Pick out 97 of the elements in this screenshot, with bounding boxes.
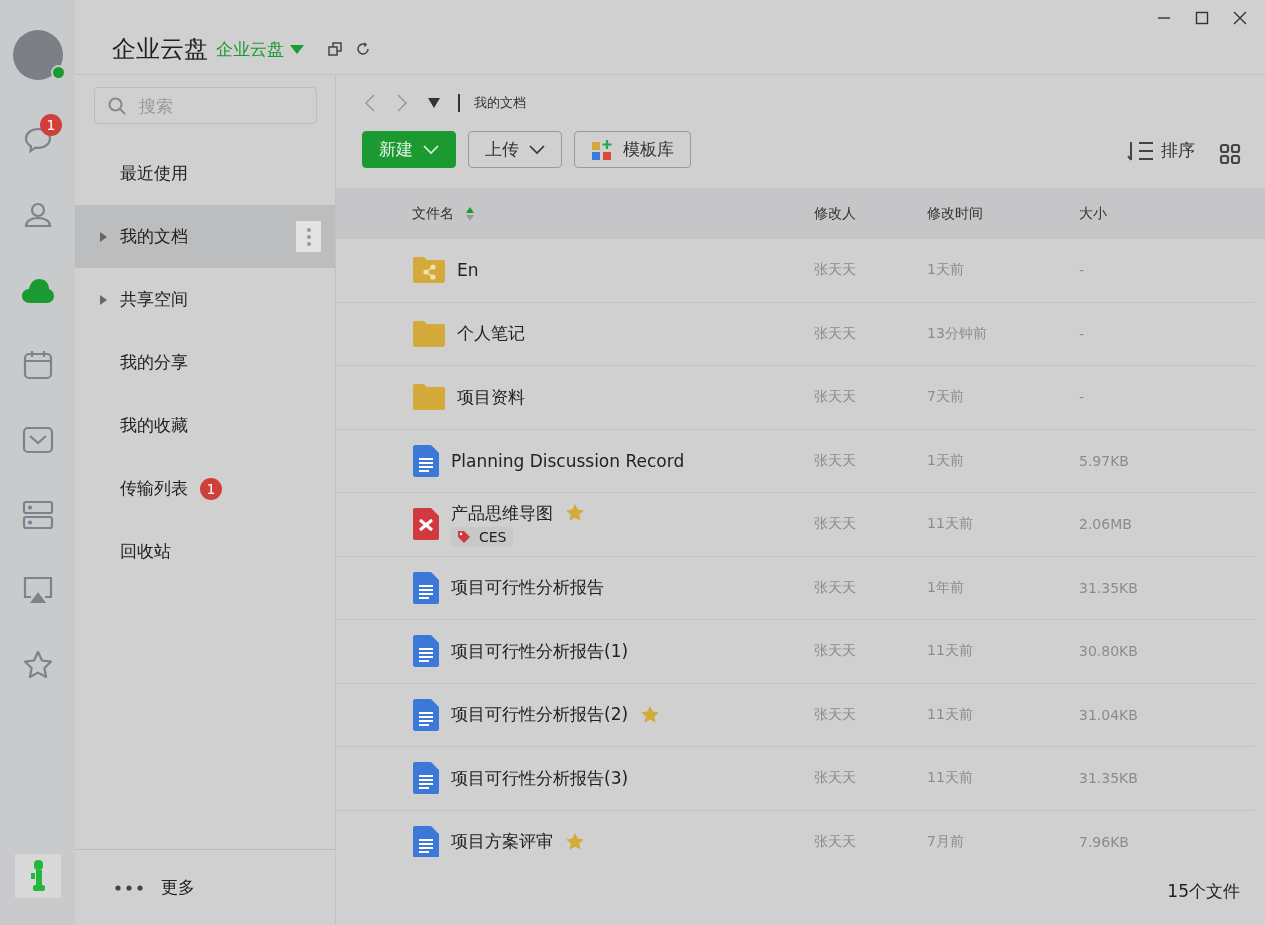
file-name[interactable]: 项目方案评审 bbox=[451, 830, 553, 854]
table-cell-text: 7天前 bbox=[927, 388, 965, 407]
file-name[interactable]: 项目可行性分析报告(2) bbox=[451, 703, 629, 727]
upload-button[interactable]: 上传 bbox=[468, 131, 562, 168]
table-cell-text: - bbox=[1078, 389, 1086, 406]
table-cell-text: 1年前 bbox=[927, 578, 965, 597]
more-options-button[interactable] bbox=[296, 221, 321, 252]
app-title: 企业云盘 bbox=[112, 34, 208, 65]
table-cell-text: 张天天 bbox=[813, 578, 857, 597]
forward-icon[interactable] bbox=[396, 93, 408, 112]
sort-lines-icon bbox=[1127, 139, 1155, 162]
document-icon bbox=[413, 635, 439, 668]
table-cell-text: 张天天 bbox=[813, 261, 857, 280]
table-cell-text: 1天前 bbox=[927, 451, 965, 470]
tag-icon bbox=[457, 529, 471, 544]
folder-icon bbox=[413, 384, 445, 411]
file-name[interactable]: 项目可行性分析报告 bbox=[451, 576, 604, 600]
mascot-app-icon[interactable] bbox=[14, 854, 61, 898]
dots-icon bbox=[115, 884, 143, 891]
column-header[interactable]: 文件名 bbox=[412, 204, 454, 223]
more-button[interactable]: 更多 bbox=[75, 849, 335, 925]
table-cell-text: 7.96KB bbox=[1078, 833, 1130, 850]
table-cell-text: 31.35KB bbox=[1078, 770, 1139, 787]
avatar[interactable] bbox=[12, 30, 63, 80]
document-icon bbox=[413, 444, 439, 477]
sidebar-item[interactable]: 我的文档 bbox=[75, 205, 335, 268]
shared-folder-icon bbox=[413, 257, 445, 284]
search-icon bbox=[108, 97, 126, 115]
table-cell-text: 张天天 bbox=[813, 832, 857, 851]
sort-arrows-icon[interactable] bbox=[466, 206, 474, 221]
dropdown-icon[interactable] bbox=[428, 97, 440, 108]
maximize-icon[interactable] bbox=[1195, 11, 1209, 25]
file-name[interactable]: 项目资料 bbox=[457, 385, 525, 409]
table-cell-text: 30.80KB bbox=[1078, 643, 1139, 660]
caret-icon[interactable] bbox=[100, 294, 107, 305]
file-name[interactable]: 项目可行性分析报告(3) bbox=[451, 766, 629, 790]
sidebar-item[interactable]: 我的收藏 bbox=[75, 394, 335, 457]
grid-view-icon[interactable] bbox=[1219, 143, 1241, 165]
mail-icon[interactable] bbox=[21, 425, 54, 454]
file-name[interactable]: En bbox=[457, 260, 479, 281]
sidebar-item[interactable]: 最近使用 bbox=[75, 142, 335, 205]
file-tag[interactable]: CES bbox=[451, 526, 513, 547]
document-icon bbox=[413, 571, 439, 604]
table-cell-text: - bbox=[1078, 325, 1086, 342]
unread-badge: 1 bbox=[40, 114, 62, 136]
document-icon bbox=[413, 762, 439, 795]
count-badge: 1 bbox=[200, 477, 222, 500]
close-icon[interactable] bbox=[1233, 11, 1247, 25]
sidebar-item[interactable]: 共享空间 bbox=[75, 268, 335, 331]
table-cell-text: 张天天 bbox=[813, 769, 857, 788]
sidebar-item[interactable]: 传输列表 1 bbox=[75, 457, 335, 520]
calendar-icon[interactable] bbox=[21, 348, 54, 381]
new-window-icon[interactable] bbox=[328, 42, 342, 56]
star-icon[interactable] bbox=[21, 648, 54, 681]
screen-share-icon[interactable] bbox=[21, 574, 54, 605]
column-header[interactable]: 大小 bbox=[1077, 204, 1265, 223]
table-cell-text: 2.06MB bbox=[1078, 516, 1133, 533]
caret-icon[interactable] bbox=[100, 231, 107, 242]
refresh-icon[interactable] bbox=[356, 42, 370, 56]
column-header[interactable]: 修改人 bbox=[739, 204, 927, 223]
template-blocks-icon bbox=[591, 138, 613, 161]
chevron-down-icon bbox=[529, 144, 545, 155]
table-cell-text: 31.35KB bbox=[1078, 579, 1139, 596]
back-icon[interactable] bbox=[364, 93, 376, 112]
chevron-down-icon bbox=[423, 144, 439, 155]
table-cell-text: 7月前 bbox=[927, 832, 965, 851]
table-cell-text: 张天天 bbox=[813, 642, 857, 661]
file-count: 15个文件 bbox=[1167, 879, 1240, 903]
table-cell-text: 13分钟前 bbox=[927, 324, 988, 343]
table-cell-text: 张天天 bbox=[813, 388, 857, 407]
table-cell-text: 张天天 bbox=[813, 451, 857, 470]
table-cell-text: 11天前 bbox=[927, 705, 974, 724]
document-icon bbox=[413, 698, 439, 731]
mindmap-file-icon bbox=[413, 508, 439, 541]
folder-icon bbox=[413, 320, 445, 347]
column-header[interactable]: 修改时间 bbox=[927, 204, 1077, 223]
table-cell-text: 张天天 bbox=[813, 705, 857, 724]
table-cell-text: 31.04KB bbox=[1078, 706, 1139, 723]
table-cell-text: 张天天 bbox=[813, 324, 857, 343]
table-cell-text: 张天天 bbox=[813, 515, 857, 534]
sidebar-item[interactable]: 回收站 bbox=[75, 520, 335, 583]
table-cell-text: 1天前 bbox=[927, 261, 965, 280]
file-name[interactable]: 个人笔记 bbox=[457, 322, 525, 346]
file-name[interactable]: Planning Discussion Record bbox=[451, 450, 685, 471]
sort-button[interactable]: 排序 bbox=[1127, 139, 1195, 162]
sidebar-item[interactable]: 我的分享 bbox=[75, 331, 335, 394]
table-cell-text: 5.97KB bbox=[1078, 452, 1130, 469]
server-icon[interactable] bbox=[21, 498, 54, 531]
table-cell-text: - bbox=[1078, 262, 1086, 279]
table-cell-text: 11天前 bbox=[927, 515, 974, 534]
breadcrumb-item[interactable]: 我的文档 bbox=[474, 93, 526, 112]
table-cell-text: 11天前 bbox=[927, 642, 974, 661]
template-library-button[interactable]: 模板库 bbox=[574, 131, 691, 168]
table-cell-text: 11天前 bbox=[927, 769, 974, 788]
document-icon bbox=[413, 825, 439, 857]
file-name[interactable]: 产品思维导图 bbox=[451, 501, 553, 525]
file-name[interactable]: 项目可行性分析报告(1) bbox=[451, 639, 629, 663]
